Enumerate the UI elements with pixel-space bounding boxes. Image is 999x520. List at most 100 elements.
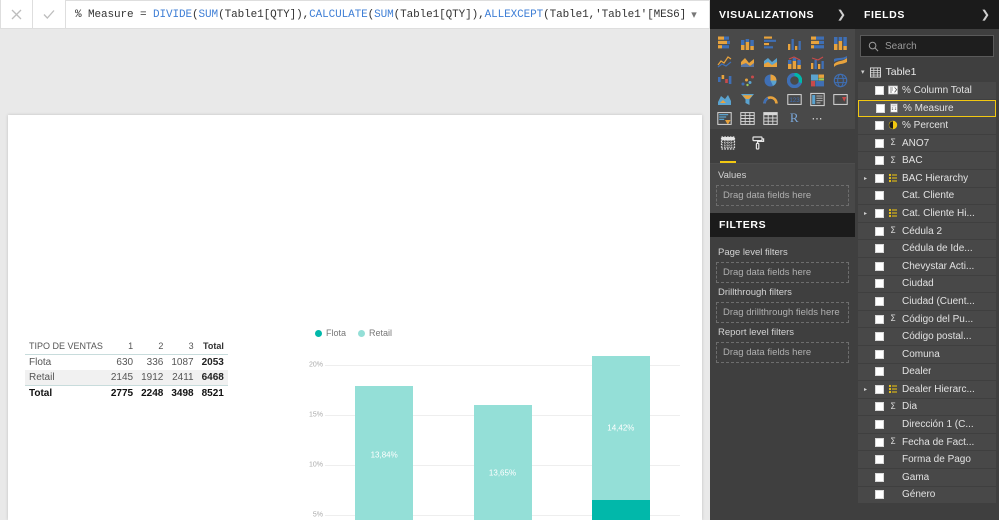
field-checkbox[interactable] [875,279,884,289]
values-dropzone[interactable]: Drag data fields here [716,185,849,206]
slicer-icon[interactable] [713,109,735,127]
legend-item[interactable]: Retail [358,328,392,338]
field-checkbox[interactable] [875,296,884,306]
field-list-item[interactable]: % Column Total [858,82,996,100]
field-checkbox[interactable] [875,420,884,430]
kpi-icon[interactable]: A [830,90,852,108]
field-list-item[interactable]: Σ AÑO7 [858,134,996,153]
fields-table-node[interactable]: ▾ Table1 [855,63,999,82]
scatter-chart-icon[interactable] [736,71,758,89]
field-checkbox[interactable] [875,349,884,359]
field-checkbox[interactable] [875,472,884,482]
field-checkbox[interactable] [875,226,884,236]
drillthrough-filters-dropzone[interactable]: Drag drillthrough fields here [716,302,849,323]
field-list-item[interactable]: Cat. Cliente [858,187,996,206]
bar-segment[interactable]: 6,50% [591,500,650,520]
bar-group[interactable]: 4,07%13,84% [355,385,414,520]
100-stacked-column-chart-icon[interactable] [830,33,852,51]
field-checkbox[interactable] [875,156,884,166]
waterfall-chart-icon[interactable] [713,71,735,89]
chevron-right-icon[interactable]: ❯ [981,8,990,21]
report-canvas[interactable]: TIPO DE VENTAS 1 2 3 Total Flota 630 336… [8,115,702,520]
funnel-icon[interactable] [736,90,758,108]
formula-input[interactable]: % Measure = DIVIDE(SUM(Table1[QTY]),CALC… [75,9,685,21]
gauge-icon[interactable] [760,90,782,108]
accept-formula-button[interactable] [33,0,66,29]
card-icon[interactable]: 123 [783,90,805,108]
field-checkbox[interactable] [875,173,884,183]
stacked-column-chart-visual[interactable]: FlotaRetail 0%5%10%15%20%4,07%13,84%12,4… [303,235,693,520]
area-chart-icon[interactable] [736,52,758,70]
field-checkbox[interactable] [876,103,885,113]
field-list-item[interactable]: Chevystar Acti... [858,257,996,276]
clustered-bar-chart-icon[interactable] [760,33,782,51]
matrix-grand-total-row[interactable]: Total 2775 2248 3498 8521 [25,385,228,401]
report-level-filters-dropzone[interactable]: Drag data fields here [716,342,849,363]
page-level-filters-dropzone[interactable]: Drag data fields here [716,262,849,283]
field-checkbox[interactable] [875,138,884,148]
field-list-item[interactable]: Ciudad [858,275,996,294]
field-list-item[interactable]: Σ Dia [858,398,996,417]
stacked-area-chart-icon[interactable] [760,52,782,70]
tab-format[interactable] [750,135,766,163]
field-checkbox[interactable] [875,384,884,394]
multi-row-card-icon[interactable] [806,90,828,108]
cancel-formula-button[interactable] [0,0,33,29]
field-checkbox[interactable] [875,314,884,324]
field-checkbox[interactable] [875,402,884,412]
bar-segment[interactable]: 13,84% [355,385,414,520]
donut-chart-icon[interactable] [783,71,805,89]
chevron-right-icon[interactable]: ❯ [837,8,846,21]
field-checkbox[interactable] [875,367,884,377]
field-list-item[interactable]: % Measure [858,99,996,118]
collapse-triangle-icon[interactable]: ▾ [861,68,865,76]
line-clustered-column-chart-icon[interactable] [806,52,828,70]
expand-triangle-icon[interactable]: ▸ [864,210,871,217]
field-list-item[interactable]: ▸ Dealer Hierarc... [858,381,996,399]
field-checkbox[interactable] [875,208,884,218]
field-checkbox[interactable] [875,437,884,447]
matrix-icon[interactable] [760,109,782,127]
table-icon[interactable] [736,109,758,127]
field-list-item[interactable]: Comuna [858,345,996,364]
line-stacked-column-chart-icon[interactable] [783,52,805,70]
bar-segment[interactable]: 13,65% [473,404,532,520]
ribbon-chart-icon[interactable] [830,52,852,70]
field-list-item[interactable]: Género [858,486,996,505]
more-options-icon[interactable]: ⋯ [806,109,828,127]
field-checkbox[interactable] [875,332,884,342]
clustered-column-chart-icon[interactable] [783,33,805,51]
legend-item[interactable]: Flota [315,328,346,338]
table-row[interactable]: Retail 2145 1912 2411 6468 [25,370,228,386]
r-script-visual-icon[interactable]: R [783,109,805,127]
field-list-item[interactable]: Forma de Pago [858,451,996,470]
100-stacked-bar-chart-icon[interactable] [806,33,828,51]
line-chart-icon[interactable] [713,52,735,70]
bar-segment[interactable]: 14,42% [591,355,650,500]
field-list-item[interactable]: ▸ Cat. Cliente Hi... [858,205,996,223]
field-list-item[interactable]: Dealer [858,363,996,382]
fields-search-box[interactable]: Search [860,35,994,57]
table-row[interactable]: Flota 630 336 1087 2053 [25,355,228,371]
field-list-item[interactable]: ▸ BAC Hierarchy [858,169,996,188]
filled-map-icon[interactable] [713,90,735,108]
field-list-item[interactable]: Gama [858,469,996,487]
chevron-down-icon[interactable]: ▾ [685,8,703,21]
expand-triangle-icon[interactable]: ▸ [864,175,871,182]
field-list-item[interactable]: Σ Cédula 2 [858,222,996,241]
map-icon[interactable] [830,71,852,89]
field-checkbox[interactable] [875,85,884,95]
field-checkbox[interactable] [875,244,884,254]
field-checkbox[interactable] [875,191,884,201]
stacked-bar-chart-icon[interactable] [713,33,735,51]
field-checkbox[interactable] [875,120,884,130]
field-list-item[interactable]: Σ Fecha de Fact... [858,433,996,452]
field-checkbox[interactable] [875,455,884,465]
field-list-item[interactable]: Ciudad (Cuent... [858,293,996,311]
field-list-item[interactable]: % Percent [858,117,996,135]
field-list-item[interactable]: Σ BAC [858,152,996,170]
field-list-item[interactable]: Dirección 1 (C... [858,416,996,434]
expand-triangle-icon[interactable]: ▸ [864,386,871,393]
stacked-column-chart-icon[interactable] [736,33,758,51]
field-checkbox[interactable] [875,261,884,271]
